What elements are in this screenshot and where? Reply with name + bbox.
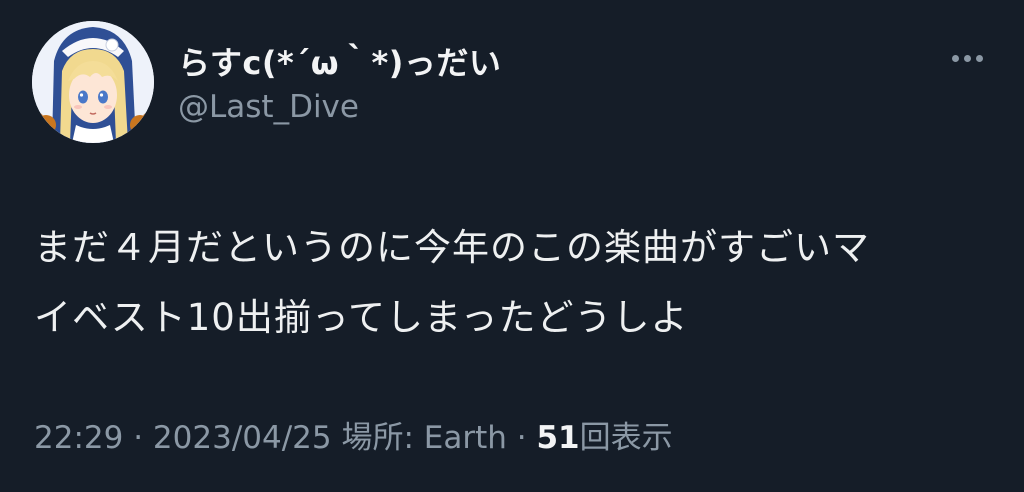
more-horizontal-icon	[975, 54, 983, 62]
views-count[interactable]: 51	[536, 420, 579, 456]
anime-girl-avatar-icon	[32, 21, 154, 143]
more-horizontal-icon	[951, 54, 959, 62]
tweet-card: らすc(*´ω｀*)っだい @Last_Dive まだ４月だというのに今年のこの…	[0, 0, 1024, 492]
user-handle[interactable]: @Last_Dive	[178, 89, 359, 125]
tweet-text: まだ４月だというのに今年のこの楽曲がすごいマ イベスト10出揃ってしまったどうし…	[34, 213, 994, 353]
views-label[interactable]: 回表示	[580, 420, 673, 456]
avatar[interactable]	[32, 21, 154, 143]
tweet-text-line: まだ４月だというのに今年のこの楽曲がすごいマ	[34, 226, 870, 269]
tweet-time[interactable]: 22:29	[34, 420, 123, 456]
tweet-text-line: イベスト10出揃ってしまったどうしよ	[34, 296, 689, 339]
meta-separator: ·	[516, 420, 527, 456]
tweet-date[interactable]: 2023/04/25	[153, 420, 332, 456]
tweet-location: 場所: Earth	[341, 420, 507, 456]
tweet-meta: 22:29 · 2023/04/25 場所: Earth · 51回表示	[34, 412, 673, 457]
more-options-button[interactable]	[944, 44, 990, 72]
more-horizontal-icon	[963, 54, 971, 62]
meta-separator: ·	[133, 420, 144, 456]
display-name[interactable]: らすc(*´ω｀*)っだい	[178, 38, 501, 84]
